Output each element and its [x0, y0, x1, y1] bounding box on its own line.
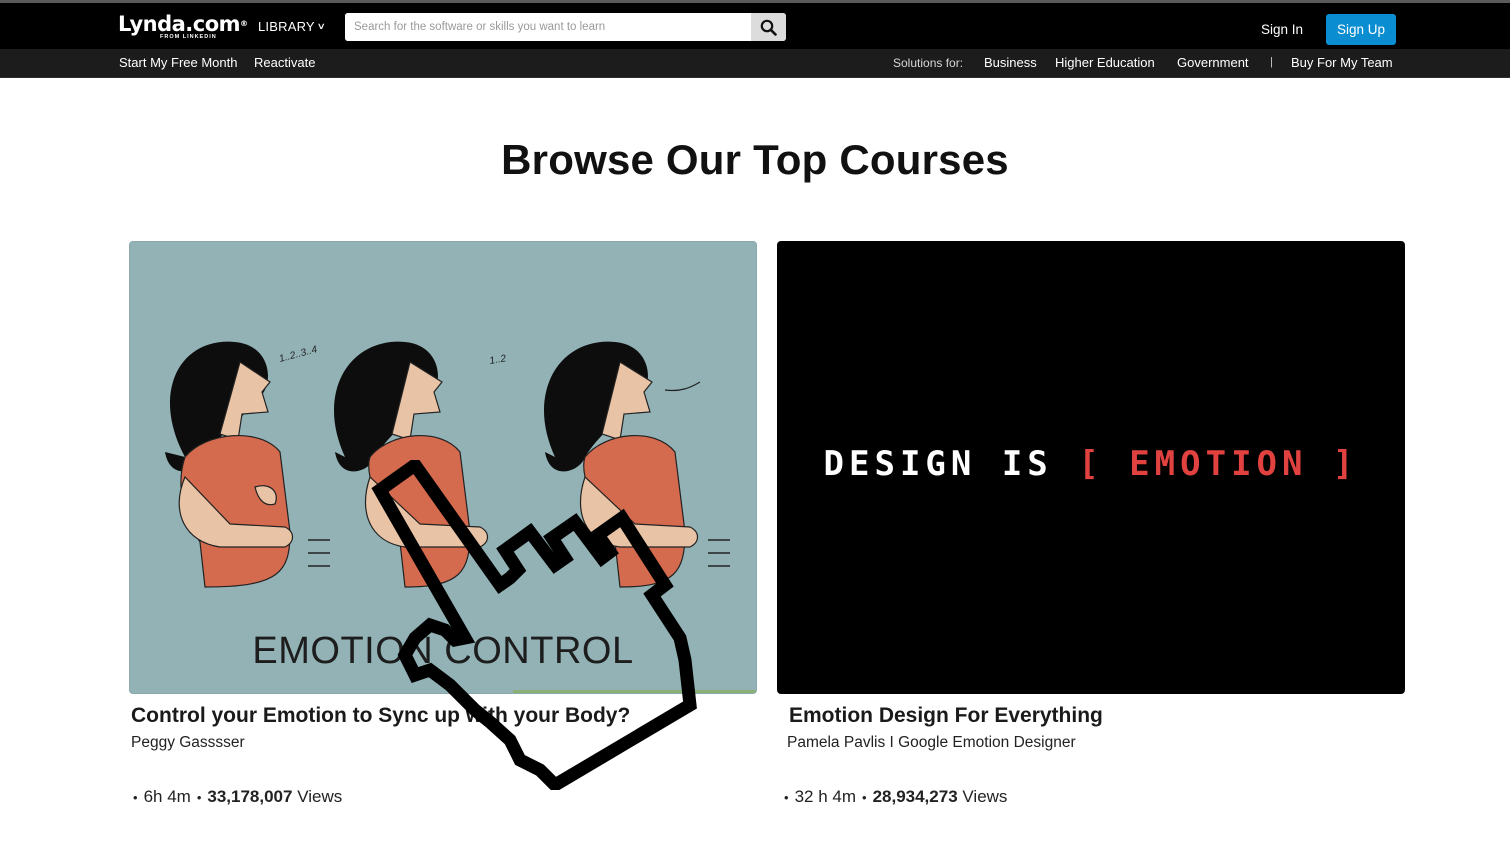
nav-separator: |: [1270, 56, 1273, 68]
logo-text: Lynda.com: [118, 12, 241, 36]
business-link[interactable]: Business: [984, 55, 1037, 70]
search-button[interactable]: [751, 13, 786, 41]
breathing-illustration: 1..2..3..4 1..2: [165, 341, 730, 588]
lynda-logo[interactable]: Lynda.com® FROM LINKEDIN: [118, 12, 248, 40]
course-author-1: Peggy Gasssser: [131, 734, 245, 751]
thumbnail-design-text: DESIGN IS [ EMOTION ]: [777, 444, 1405, 484]
thumbnail-text-white: DESIGN IS: [823, 444, 1053, 484]
course-views-label-1: Views: [297, 787, 343, 806]
sign-up-button[interactable]: Sign Up: [1326, 14, 1396, 45]
course-title-2[interactable]: Emotion Design For Everything: [789, 704, 1103, 728]
logo-registered: ®: [240, 19, 248, 28]
chevron-down-icon: ∨: [316, 21, 326, 31]
library-menu-button[interactable]: LIBRARY ∨: [258, 19, 326, 34]
course-duration-1: 6h 4m: [143, 787, 191, 806]
course-views-count-2: 28,934,273: [872, 787, 958, 806]
thumbnail-text-red: [ EMOTION ]: [1078, 444, 1359, 484]
breath-count-1: 1..2..3..4: [278, 344, 319, 365]
course-author-2: Pamela Pavlis I Google Emotion Designer: [787, 734, 1076, 751]
course-meta-2: • 32 h 4m • 28,934,273 Views: [784, 787, 1007, 807]
bullet-icon: •: [784, 789, 789, 805]
top-navigation-bar: Lynda.com® FROM LINKEDIN LIBRARY ∨ Sign …: [0, 0, 1510, 49]
buy-for-team-link[interactable]: Buy For My Team: [1291, 55, 1393, 70]
figure-1: 1..2..3..4: [165, 341, 330, 588]
library-label: LIBRARY: [258, 19, 315, 34]
solutions-label: Solutions for:: [893, 56, 964, 70]
course-duration-2: 32 h 4m: [794, 787, 856, 806]
course-views-label-2: Views: [962, 787, 1008, 806]
figure-3: [543, 341, 730, 588]
figure-2: 1..2: [333, 341, 508, 588]
bullet-icon: •: [133, 789, 138, 805]
watch-progress-bar: [513, 690, 756, 693]
course-thumbnail-emotion-control[interactable]: 1..2..3..4 1..2 EMOTION CONTROL: [129, 241, 757, 694]
secondary-navigation-bar: Start My Free Month Reactivate Solutions…: [0, 49, 1510, 78]
course-views-count-1: 33,178,007: [207, 787, 293, 806]
course-thumbnail-design-is-emotion[interactable]: DESIGN IS [ EMOTION ]: [777, 241, 1405, 694]
search-icon: [760, 19, 777, 36]
course-title-1[interactable]: Control your Emotion to Sync up with you…: [131, 704, 630, 728]
start-free-month-link[interactable]: Start My Free Month: [119, 55, 237, 70]
page-title: Browse Our Top Courses: [501, 136, 1009, 183]
course-meta-1: • 6h 4m • 33,178,007 Views: [133, 787, 342, 807]
logo-subtitle: FROM LINKEDIN: [160, 34, 217, 40]
bullet-icon: •: [862, 789, 867, 805]
breath-count-2: 1..2: [489, 353, 508, 367]
bullet-icon: •: [196, 789, 202, 805]
search-input[interactable]: [345, 13, 751, 41]
search-bar: [345, 13, 786, 41]
higher-education-link[interactable]: Higher Education: [1055, 55, 1155, 70]
government-link[interactable]: Government: [1177, 55, 1249, 70]
reactivate-link[interactable]: Reactivate: [254, 55, 315, 70]
sign-in-link[interactable]: Sign In: [1261, 22, 1303, 37]
thumbnail-caption: EMOTION CONTROL: [252, 630, 634, 672]
